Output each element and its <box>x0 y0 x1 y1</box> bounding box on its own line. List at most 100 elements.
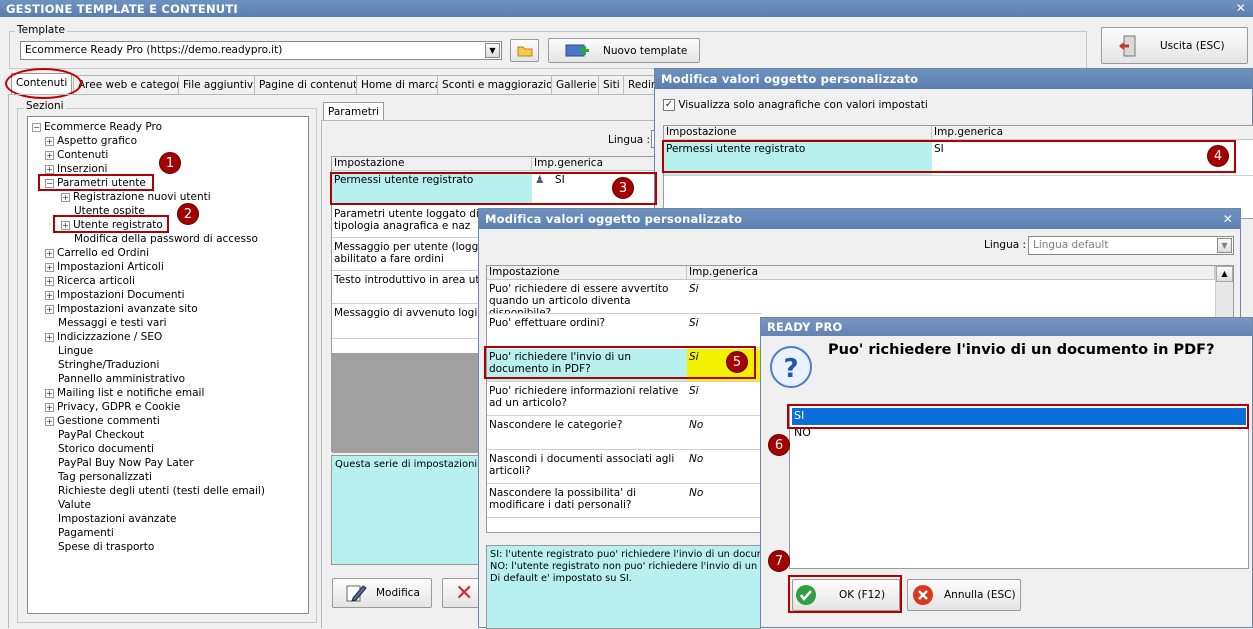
dialog2-row-value[interactable]: Si <box>687 281 762 314</box>
tree-item[interactable]: Modifica della password di accesso <box>61 232 258 246</box>
tree-item[interactable]: + Impostazioni Articoli <box>45 260 164 274</box>
expand-icon[interactable]: + <box>45 248 54 258</box>
expand-icon[interactable]: + <box>45 276 54 286</box>
scroll-up-icon[interactable]: ▲ <box>1216 266 1233 282</box>
tree-item[interactable]: Storico documenti <box>45 442 154 456</box>
tree-item-label: PayPal Checkout <box>58 429 145 441</box>
dialog2-lingua-select[interactable]: Lingua default ▼ <box>1028 236 1234 255</box>
tab-gallerie[interactable]: Gallerie <box>551 75 602 94</box>
tree-root-label: Ecommerce Ready Pro <box>44 121 162 133</box>
tab-label: Siti <box>603 79 620 91</box>
tree-item[interactable]: + Carrello ed Ordini <box>45 246 149 260</box>
dialog2-info-line: NO: l'utente registrato non puo' richied… <box>490 561 761 572</box>
tree-item[interactable]: Valute <box>45 498 91 512</box>
checkbox-checked-icon[interactable]: ✓ <box>663 99 675 111</box>
tab-parametri[interactable]: Parametri <box>323 102 385 121</box>
tree-item-label: Stringhe/Traduzioni <box>58 359 160 371</box>
chevron-down-icon[interactable]: ▼ <box>1217 238 1232 253</box>
tree-item[interactable]: PayPal Checkout <box>45 428 144 442</box>
tree-item[interactable]: + Ricerca articoli <box>45 274 135 288</box>
tree-item[interactable]: + Contenuti <box>45 148 108 162</box>
dialog2-row-name[interactable]: Nascondere le categorie? <box>487 417 687 450</box>
tree-item[interactable]: Pagamenti <box>45 526 114 540</box>
tree-item[interactable]: Lingue <box>45 344 93 358</box>
dialog3-question: Puo' richiedere l'invio di un documento … <box>828 342 1215 358</box>
cancel-x-icon <box>913 585 933 605</box>
dialog1-filter[interactable]: ✓ Visualizza solo anagrafiche con valori… <box>663 99 928 111</box>
dialog2-row-name[interactable]: Puo' richiedere di essere avvertito quan… <box>487 281 687 314</box>
cancel-button[interactable]: Annulla (ESC) <box>907 579 1021 611</box>
tree-item[interactable]: + Aspetto grafico <box>45 134 137 148</box>
window-close-button[interactable]: ✕ <box>1236 1 1246 15</box>
tree-item[interactable]: Tag personalizzati <box>45 470 152 484</box>
dialog1-col-impostazione: Impostazione <box>664 126 932 140</box>
expand-icon[interactable]: + <box>45 332 54 342</box>
tree-item[interactable]: + Privacy, GDPR e Cookie <box>45 400 180 414</box>
step-marker-5: 5 <box>726 351 748 373</box>
step-marker-7: 7 <box>768 550 790 572</box>
tree-item[interactable]: Messaggi e testi vari <box>45 316 167 330</box>
tree-item[interactable]: Richieste degli utenti (testi delle emai… <box>45 484 265 498</box>
new-template-label: Nuovo template <box>603 44 688 57</box>
expand-icon[interactable]: + <box>61 192 70 202</box>
template-select-value: Ecommerce Ready Pro (https://demo.readyp… <box>25 44 283 56</box>
new-template-button[interactable]: Nuovo template <box>548 38 700 63</box>
dialog2-row-name[interactable]: Nascondere la possibilita' di modificare… <box>487 485 687 518</box>
dialog2-titlebar: Modifica valori oggetto personalizzato ✕ <box>479 209 1240 229</box>
tree-item[interactable]: + Impostazioni Documenti <box>45 288 185 302</box>
delete-button[interactable]: ✕ <box>442 578 482 608</box>
params-col-impostazione: Impostazione <box>332 157 532 171</box>
tree-item-label: Ricerca articoli <box>57 275 135 287</box>
dialog2-row-value[interactable]: No <box>687 451 762 484</box>
expand-icon[interactable]: + <box>45 290 54 300</box>
step-marker-3: 3 <box>612 177 634 199</box>
expand-icon[interactable]: + <box>45 402 54 412</box>
tree-item-label: Registrazione nuovi utenti <box>73 191 211 203</box>
dialog2-info-line: SI: l'utente registrato puo' richiedere … <box>490 549 761 560</box>
tree-item-label: Impostazioni Articoli <box>57 261 164 273</box>
tree-item[interactable]: Spese di trasporto <box>45 540 154 554</box>
edit-pencil-icon <box>346 585 367 602</box>
tab-home-marca[interactable]: Home di marca <box>356 75 447 94</box>
tree-item[interactable]: PayPal Buy Now Pay Later <box>45 456 194 470</box>
dialog2-row-name[interactable]: Nascondi i documenti associati agli arti… <box>487 451 687 484</box>
dialog1-title: Modifica valori oggetto personalizzato <box>661 72 919 86</box>
tree-item[interactable]: + Gestione commenti <box>45 414 160 428</box>
expand-icon[interactable]: + <box>45 262 54 272</box>
expand-icon[interactable]: + <box>45 304 54 314</box>
dialog2-row-name[interactable]: Puo' effettuare ordini? <box>487 315 687 348</box>
chevron-down-icon[interactable]: ▼ <box>485 43 500 58</box>
tab-aree-web[interactable]: Aree web e categorie <box>73 75 195 94</box>
expand-icon[interactable]: + <box>45 416 54 426</box>
template-select[interactable]: Ecommerce Ready Pro (https://demo.readyp… <box>20 41 502 60</box>
tree-item[interactable]: + Mailing list e notifiche email <box>45 386 204 400</box>
dialog2-close-button[interactable]: ✕ <box>1223 212 1233 226</box>
dialog2-row-value[interactable]: Si <box>687 383 762 416</box>
tree-item[interactable]: + Impostazioni avanzate sito <box>45 302 198 316</box>
tab-pagine-contenuti[interactable]: Pagine di contenuti <box>254 75 366 94</box>
tab-sconti[interactable]: Sconti e maggiorazioni <box>437 75 568 94</box>
expand-icon[interactable]: + <box>45 164 54 174</box>
tree-item[interactable]: Pannello amministrativo <box>45 372 185 386</box>
tab-siti[interactable]: Siti <box>598 75 625 94</box>
tree-item[interactable]: + Registrazione nuovi utenti <box>61 190 211 204</box>
tree-item[interactable]: Stringhe/Traduzioni <box>45 358 159 372</box>
open-folder-button[interactable] <box>510 39 539 62</box>
exit-button[interactable]: Uscita (ESC) <box>1101 27 1248 64</box>
tree-item[interactable]: + Indicizzazione / SEO <box>45 330 162 344</box>
dialog2-row-value[interactable]: Si <box>687 315 762 348</box>
expand-icon[interactable]: + <box>45 150 54 160</box>
modifica-button[interactable]: Modifica <box>332 578 432 608</box>
tab-redirect[interactable]: Redire <box>623 75 657 94</box>
highlight-option-si <box>787 404 1249 429</box>
tab-file-aggiuntivi[interactable]: File aggiuntivi <box>178 75 262 94</box>
highlight-pdf-row <box>484 346 756 379</box>
tree-root[interactable]: − Ecommerce Ready Pro <box>32 120 162 134</box>
dialog2-row-name[interactable]: Puo' richiedere informazioni relative ad… <box>487 383 687 416</box>
expand-icon[interactable]: + <box>45 136 54 146</box>
expand-icon[interactable]: + <box>45 388 54 398</box>
dialog2-row-value[interactable]: No <box>687 417 762 450</box>
dialog2-row-value[interactable]: No <box>687 485 762 518</box>
tree-item[interactable]: Impostazioni avanzate <box>45 512 176 526</box>
tree-item-label: Carrello ed Ordini <box>57 247 150 259</box>
